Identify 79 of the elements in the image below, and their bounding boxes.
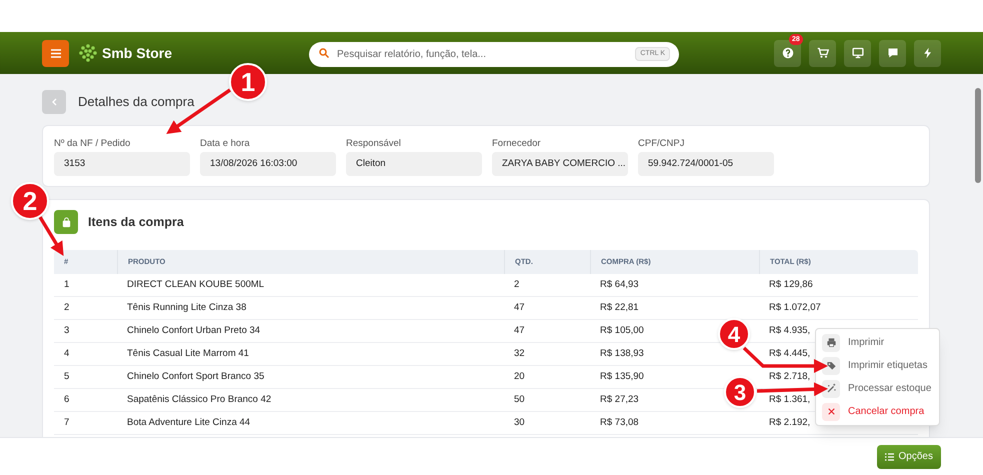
callout-arrow bbox=[756, 382, 828, 396]
table-cell: R$ 27,23 bbox=[600, 394, 639, 405]
table-cell: 32 bbox=[514, 348, 525, 359]
menu-item[interactable]: Imprimir etiquetas bbox=[816, 354, 939, 377]
table-cell: R$ 22,81 bbox=[600, 302, 639, 313]
menu-item[interactable]: Imprimir bbox=[816, 331, 939, 354]
table-cell: R$ 129,86 bbox=[769, 278, 813, 290]
callout-arrow bbox=[38, 216, 64, 256]
field-label: Fornecedor bbox=[492, 137, 542, 151]
brand-name: Smb Store bbox=[102, 44, 172, 62]
magic-wand-icon bbox=[826, 383, 836, 394]
table-cell: R$ 64,93 bbox=[600, 278, 639, 290]
scrollbar[interactable] bbox=[975, 88, 981, 183]
menu-button[interactable] bbox=[42, 40, 69, 66]
list-icon bbox=[884, 452, 894, 460]
table-cell: Chinelo Confort Urban Preto 34 bbox=[127, 324, 260, 336]
bolt-button[interactable] bbox=[914, 40, 941, 66]
chevron-left-icon bbox=[52, 98, 56, 106]
table-cell: 2 bbox=[514, 278, 520, 290]
field-label: Nº da NF / Pedido bbox=[54, 137, 132, 151]
table-cell: 47 bbox=[514, 324, 525, 336]
table-cell: Chinelo Confort Sport Branco 35 bbox=[127, 370, 264, 382]
options-button[interactable]: Opções bbox=[876, 444, 941, 468]
table-cell: 2 bbox=[64, 302, 70, 313]
table-cell: R$ 2.192, bbox=[769, 416, 810, 428]
field-label: Responsável bbox=[346, 137, 402, 151]
table-cell: 6 bbox=[64, 394, 70, 405]
page-title: Detalhes da compra bbox=[78, 93, 194, 112]
table-cell: 1 bbox=[64, 278, 70, 290]
table-cell: R$ 4.935, bbox=[769, 324, 810, 336]
chat-bubble-icon bbox=[886, 47, 898, 59]
field-value: 59.942.724/0001-05 bbox=[638, 152, 774, 176]
lightning-icon bbox=[922, 47, 934, 59]
field-value: ZARYA BABY COMERCIO ... bbox=[492, 152, 628, 176]
cart-icon bbox=[816, 47, 828, 59]
table-cell: DIRECT CLEAN KOUBE 500ML bbox=[127, 278, 264, 290]
close-icon bbox=[826, 406, 836, 417]
table-cell: R$ 1.072,07 bbox=[769, 302, 821, 313]
field-label: CPF/CNPJ bbox=[638, 137, 686, 151]
table-cell: 50 bbox=[514, 394, 525, 405]
table-cell: R$ 2.718, bbox=[769, 370, 810, 382]
menu-icon bbox=[50, 48, 60, 58]
field-value: 3153 bbox=[54, 152, 190, 176]
bag-icon bbox=[54, 210, 78, 234]
menu-item[interactable]: Cancelar compra bbox=[816, 400, 939, 423]
callout-number: 2 bbox=[11, 182, 49, 220]
table-cell: 3 bbox=[64, 324, 70, 336]
table-cell: R$ 73,08 bbox=[600, 416, 639, 428]
logo-icon bbox=[78, 43, 98, 63]
table-cell: 30 bbox=[514, 416, 525, 428]
table-cell: 7 bbox=[64, 416, 70, 428]
tag-icon bbox=[826, 360, 836, 371]
table-cell: 20 bbox=[514, 370, 525, 382]
section-title: Itens da compra bbox=[88, 214, 184, 231]
cart-button[interactable] bbox=[809, 40, 836, 66]
table-cell: R$ 105,00 bbox=[600, 324, 644, 336]
table-cell: Sapatênis Clássico Pro Branco 42 bbox=[127, 394, 272, 405]
callout-number: 1 bbox=[229, 63, 267, 101]
table-cell: 4 bbox=[64, 348, 70, 359]
field-value: 13/08/2026 16:03:00 bbox=[200, 152, 336, 176]
monitor-button[interactable] bbox=[844, 40, 871, 66]
monitor-icon bbox=[852, 47, 864, 59]
table-cell: R$ 135,90 bbox=[600, 370, 644, 382]
field-value: Cleiton bbox=[346, 152, 482, 176]
table-cell: 47 bbox=[514, 302, 525, 313]
menu-item[interactable]: Processar estoque bbox=[816, 377, 939, 400]
printer-icon bbox=[826, 337, 836, 348]
chat-button[interactable] bbox=[879, 40, 906, 66]
search-icon bbox=[319, 48, 330, 58]
help-button[interactable] bbox=[774, 40, 801, 66]
table-cell: R$ 1.361, bbox=[769, 394, 810, 405]
table-cell: Bota Adventure Lite Cinza 44 bbox=[127, 416, 250, 428]
table-cell: Tênis Running Lite Cinza 38 bbox=[127, 302, 246, 313]
field-label: Data e hora bbox=[200, 137, 251, 151]
table-cell: R$ 4.445, bbox=[769, 348, 810, 359]
table-cell: R$ 138,93 bbox=[600, 348, 644, 359]
table-cell: Tênis Casual Lite Marrom 41 bbox=[127, 348, 249, 359]
help-icon bbox=[782, 47, 794, 59]
table-cell: 5 bbox=[64, 370, 70, 382]
